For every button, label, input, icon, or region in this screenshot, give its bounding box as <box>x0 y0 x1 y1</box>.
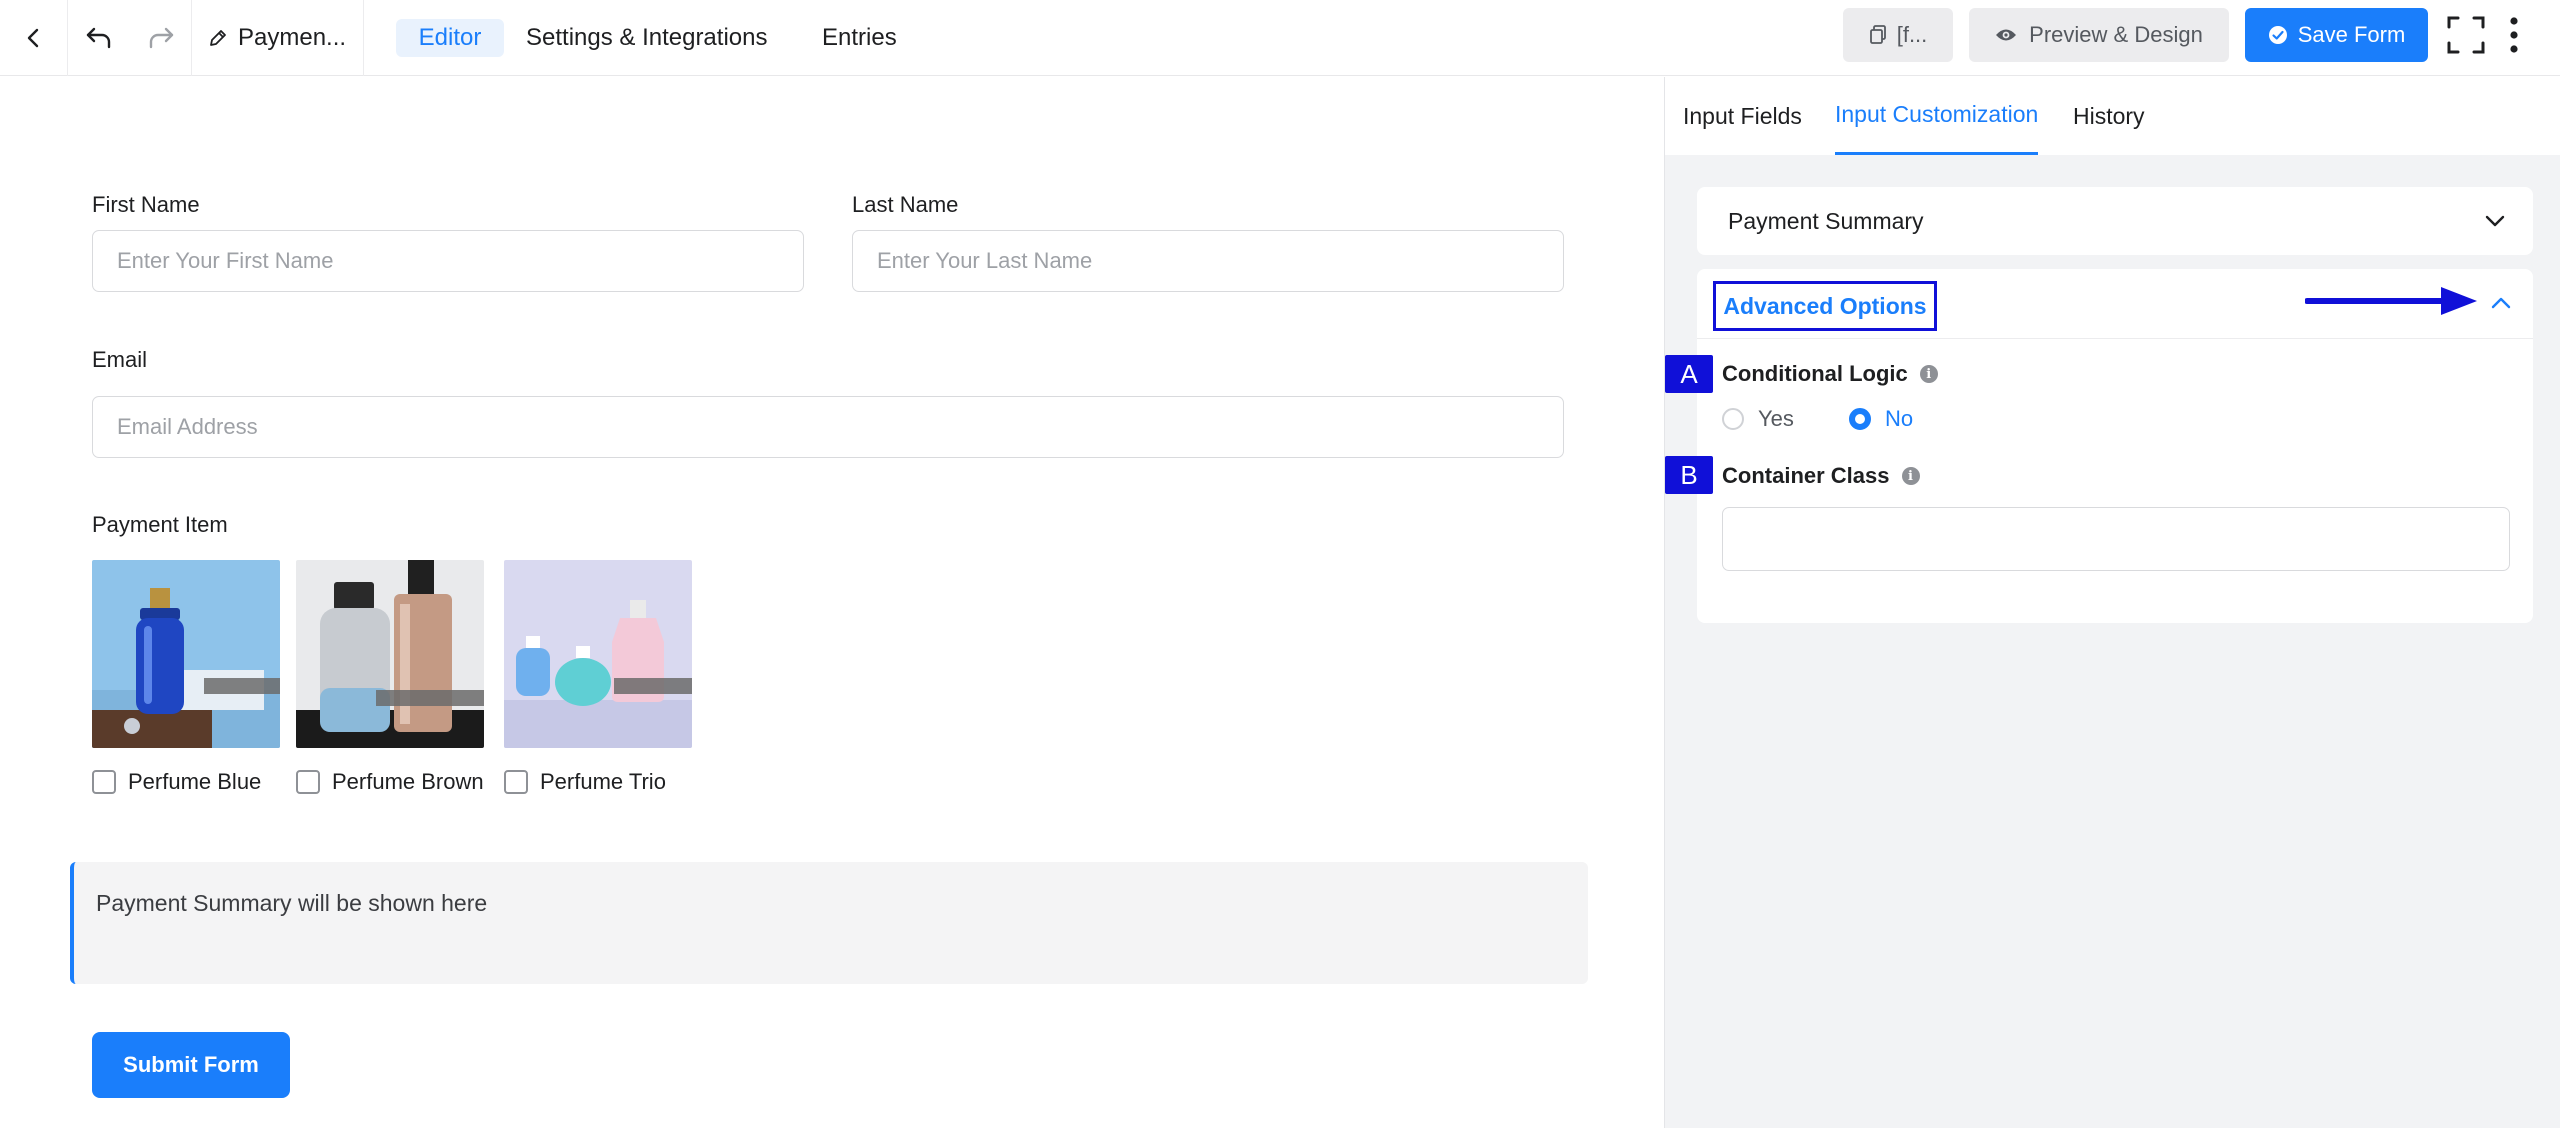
email-label: Email <box>92 347 148 372</box>
chevron-up-icon <box>2491 297 2511 309</box>
back-button[interactable] <box>0 0 68 76</box>
pencil-icon <box>210 30 226 46</box>
redo-button[interactable] <box>130 0 192 76</box>
perfume-trio-image[interactable] <box>504 560 692 748</box>
perfume-blue-option[interactable]: Perfume Blue <box>92 768 261 796</box>
preview-design-label: Preview & Design <box>2029 22 2203 47</box>
payment-summary-text: Payment Summary will be shown here <box>96 890 488 916</box>
last-name-label: Last Name <box>852 192 959 217</box>
shortcode-label: [f... <box>1896 22 1928 47</box>
container-class-text: Container Class <box>1722 463 1890 488</box>
conditional-logic-no-label: No <box>1885 406 1914 431</box>
undo-icon <box>86 27 111 49</box>
perfume-brown-image[interactable] <box>296 560 484 748</box>
eye-icon <box>1996 29 2017 41</box>
perfume-trio-option[interactable]: Perfume Trio <box>504 768 666 796</box>
annotation-badge-a: A <box>1665 355 1713 393</box>
conditional-logic-yes-radio[interactable] <box>1722 408 1744 430</box>
form-title-button[interactable]: Paymen... <box>192 0 364 76</box>
annotation-badge-b: B <box>1665 456 1713 494</box>
last-name-input[interactable]: Enter Your Last Name <box>852 230 1564 292</box>
perfume-brown-option[interactable]: Perfume Brown <box>296 768 484 796</box>
tab-editor[interactable]: Editor <box>396 19 504 57</box>
perfume-brown-checkbox[interactable] <box>296 770 320 794</box>
conditional-logic-no-option[interactable]: No <box>1849 406 1913 432</box>
fullscreen-icon <box>2447 16 2485 54</box>
perfume-blue-label: Perfume Blue <box>128 769 262 794</box>
advanced-options-header[interactable]: Advanced Options <box>1697 269 2533 339</box>
perfume-blue-checkbox[interactable] <box>92 770 116 794</box>
perfume-brown-label: Perfume Brown <box>332 769 484 794</box>
tab-settings-integrations[interactable]: Settings & Integrations <box>526 19 767 57</box>
perfume-trio-checkbox[interactable] <box>504 770 528 794</box>
undo-button[interactable] <box>68 0 130 76</box>
preview-design-button[interactable]: Preview & Design <box>1969 8 2229 62</box>
payment-summary-section[interactable]: Payment Summary <box>1697 187 2533 255</box>
more-options-button[interactable] <box>2500 13 2528 57</box>
first-name-input[interactable]: Enter Your First Name <box>92 230 804 292</box>
perfume-blue-image[interactable] <box>92 560 280 748</box>
advanced-options-title: Advanced Options <box>1713 281 1937 331</box>
conditional-logic-yes-label: Yes <box>1758 406 1794 431</box>
panel-tabs: Input Fields Input Customization History <box>1665 77 2560 155</box>
payment-item-label: Payment Item <box>92 512 228 537</box>
tab-history[interactable]: History <box>2073 77 2145 155</box>
fullscreen-button[interactable] <box>2444 13 2488 57</box>
perfume-trio-label: Perfume Trio <box>540 769 666 794</box>
email-input[interactable]: Email Address <box>92 396 1564 458</box>
save-form-button[interactable]: Save Form <box>2245 8 2428 62</box>
first-name-label: First Name <box>92 192 200 217</box>
info-icon[interactable]: i <box>1919 365 1938 383</box>
payment-summary-section-title: Payment Summary <box>1728 207 1924 234</box>
chevron-down-icon <box>2485 215 2505 227</box>
submit-form-button[interactable]: Submit Form <box>92 1032 290 1098</box>
more-vertical-icon <box>2510 17 2518 53</box>
tab-input-fields[interactable]: Input Fields <box>1683 77 1802 155</box>
shortcode-button[interactable]: [f... <box>1843 8 1953 62</box>
payment-summary-placeholder[interactable]: Payment Summary will be shown here <box>70 862 1588 984</box>
save-form-label: Save Form <box>2297 22 2406 47</box>
tab-entries[interactable]: Entries <box>822 19 897 57</box>
settings-panel: Input Fields Input Customization History… <box>1664 77 2560 1128</box>
redo-icon <box>149 27 173 49</box>
check-circle-icon <box>2268 26 2287 44</box>
copy-icon <box>1869 25 1886 44</box>
container-class-input[interactable] <box>1722 507 2510 571</box>
annotation-arrow-icon <box>2305 287 2477 315</box>
conditional-logic-no-radio[interactable] <box>1849 408 1871 430</box>
conditional-logic-text: Conditional Logic <box>1722 361 1908 386</box>
info-icon[interactable]: i <box>1901 467 1920 485</box>
chevron-left-icon <box>27 28 38 48</box>
top-toolbar: Paymen... Editor Settings & Integrations… <box>0 0 2560 76</box>
conditional-logic-label: Conditional Logic i <box>1722 361 1938 387</box>
container-class-label: Container Class i <box>1722 463 1920 489</box>
form-title: Paymen... <box>238 24 347 51</box>
conditional-logic-yes-option[interactable]: Yes <box>1722 406 1794 432</box>
tab-input-customization[interactable]: Input Customization <box>1835 77 2039 155</box>
